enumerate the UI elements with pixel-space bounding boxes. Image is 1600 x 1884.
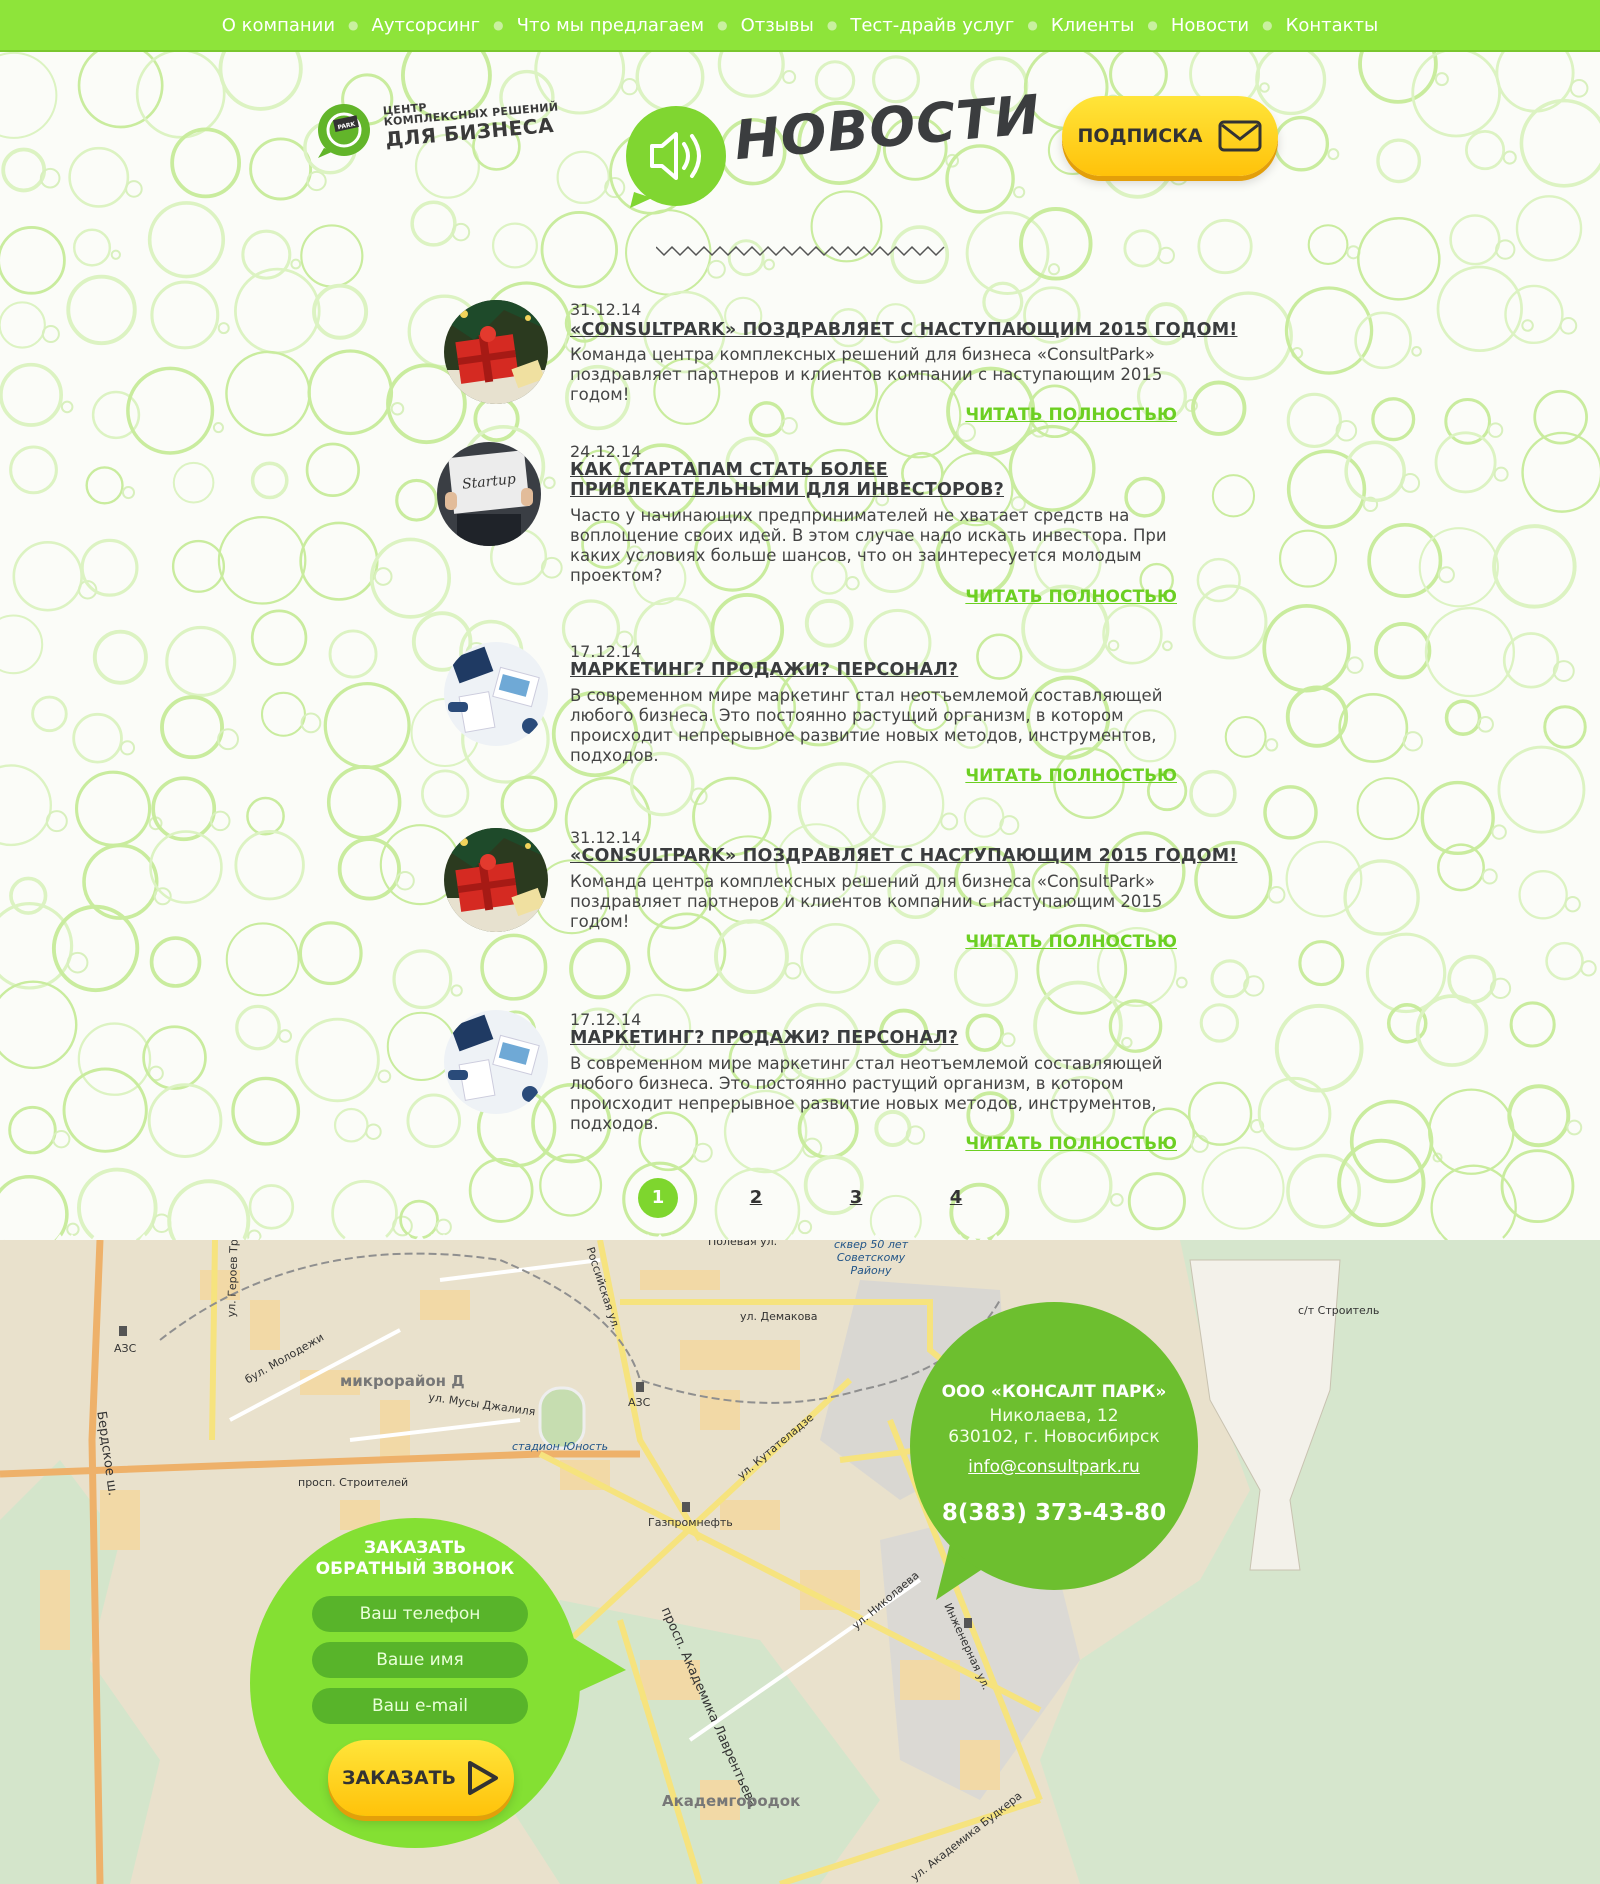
news-date: 24.12.14 — [570, 442, 642, 461]
news-text: В современном мире маркетинг стал неотъе… — [570, 1054, 1163, 1133]
nav-list: О компании ● Аутсорсинг ● Что мы предлагае… — [218, 15, 1383, 36]
gift-icon[interactable] — [444, 828, 548, 932]
nav-separator: ● — [1027, 18, 1038, 32]
address-line-2: 630102, г. Новосибирск — [948, 1427, 1160, 1447]
nav-item-contacts[interactable]: Контакты — [1282, 15, 1383, 36]
map[interactable]: Полевая ул. сквер 50 лет Советскому Райо… — [0, 1240, 1600, 1884]
news-text: Часто у начинающих предпринимателей не х… — [570, 506, 1167, 585]
phone-number: 8(383) 373-43-80 — [941, 1500, 1167, 1526]
page-link-1[interactable]: 1 — [638, 1178, 678, 1218]
contact-card: ООО «КОНСАЛТ ПАРК» Николаева, 12 630102,… — [910, 1302, 1198, 1590]
play-arrow-icon — [468, 1761, 499, 1795]
nav-separator: ● — [1262, 18, 1273, 32]
map-label-street: просп. Строителей — [298, 1476, 409, 1489]
nav-separator: ● — [493, 18, 504, 32]
read-more-link[interactable]: ЧИТАТЬ ПОЛНОСТЬЮ — [965, 587, 1177, 607]
read-more-link[interactable]: ЧИТАТЬ ПОЛНОСТЬЮ — [965, 766, 1177, 786]
subscribe-label: ПОДПИСКА — [1077, 125, 1203, 147]
news-date: 31.12.14 — [570, 300, 642, 319]
nav-separator: ● — [348, 18, 359, 32]
read-more-link[interactable]: ЧИТАТЬ ПОЛНОСТЬЮ — [965, 405, 1177, 425]
gift-icon[interactable] — [444, 300, 548, 404]
callback-form: ЗАКАЗАТЬ ОБРАТНЫЙ ЗВОНОК ЗАКАЗАТЬ — [250, 1518, 580, 1848]
startup-sign-image[interactable]: Startup — [437, 442, 541, 546]
speaker-icon — [626, 106, 726, 208]
callback-title: ЗАКАЗАТЬ ОБРАТНЫЙ ЗВОНОК — [250, 1538, 580, 1580]
page-link-2[interactable]: 2 — [736, 1178, 776, 1218]
top-navigation: О компании ● Аутсорсинг ● Что мы предлагае… — [0, 0, 1600, 52]
nav-item-outsourcing[interactable]: Аутсорсинг — [368, 15, 485, 36]
office-desk-icon[interactable] — [444, 1010, 548, 1114]
map-label-stadium: стадион Юность — [512, 1440, 609, 1453]
map-graphics — [0, 1240, 1600, 1884]
map-label-park: сквер 50 лет Советскому Району — [833, 1240, 909, 1277]
news-text: В современном мире маркетинг стал неотъе… — [570, 686, 1163, 765]
map-label-gas-station: АЗС — [628, 1396, 651, 1409]
nav-separator: ● — [717, 18, 728, 32]
nav-item-clients[interactable]: Клиенты — [1047, 15, 1139, 36]
news-title-link[interactable]: МАРКЕТИНГ? ПРОДАЖИ? ПЕРСОНАЛ? — [570, 660, 958, 680]
news-text: Команда центра комплексных решений для б… — [570, 872, 1163, 931]
page-link-4[interactable]: 4 — [936, 1178, 976, 1218]
nav-item-about[interactable]: О компании — [218, 15, 339, 36]
map-label-street: Полевая ул. — [708, 1240, 778, 1248]
envelope-icon — [1218, 120, 1262, 152]
news-date: 17.12.14 — [570, 1010, 642, 1029]
callback-title-line-1: ЗАКАЗАТЬ — [363, 1538, 467, 1558]
news-date: 17.12.14 — [570, 642, 642, 661]
phone-input[interactable] — [312, 1596, 528, 1632]
company-name: ООО «КОНСАЛТ ПАРК» — [941, 1382, 1167, 1402]
read-more-link[interactable]: ЧИТАТЬ ПОЛНОСТЬЮ — [965, 932, 1177, 952]
nav-separator: ● — [826, 18, 838, 32]
zigzag-divider — [656, 245, 945, 257]
map-label-district: с/т Строитель — [1298, 1304, 1380, 1317]
nav-item-test-drive[interactable]: Тест-драйв услуг — [846, 15, 1018, 36]
order-button[interactable]: ЗАКАЗАТЬ — [328, 1740, 514, 1816]
subscribe-button[interactable]: ПОДПИСКА — [1062, 96, 1278, 176]
pagination: 1 2 3 4 — [0, 1178, 1600, 1218]
office-desk-icon[interactable] — [444, 642, 548, 746]
nav-item-offer[interactable]: Что мы предлагаем — [513, 15, 708, 36]
news-title-link[interactable]: МАРКЕТИНГ? ПРОДАЖИ? ПЕРСОНАЛ? — [570, 1028, 958, 1048]
email-input[interactable] — [312, 1688, 528, 1724]
news-text: Команда центра комплексных решений для б… — [570, 345, 1163, 404]
nav-item-news[interactable]: Новости — [1167, 15, 1253, 36]
nav-item-reviews[interactable]: Отзывы — [737, 15, 818, 36]
callback-title-line-2: ОБРАТНЫЙ ЗВОНОК — [315, 1559, 515, 1579]
address-line-1: Николаева, 12 — [989, 1406, 1119, 1426]
nav-separator: ● — [1147, 18, 1158, 32]
news-date: 31.12.14 — [570, 828, 642, 847]
news-title-link[interactable]: «CONSULTPARK» ПОЗДРАВЛЯЕТ С НАСТУПАЮЩИМ … — [570, 320, 1237, 340]
map-label-place: Газпромнефть — [648, 1516, 733, 1529]
news-title-link[interactable]: КАК СТАРТАПАМ СТАТЬ БОЛЕЕ ПРИВЛЕКАТЕЛЬНЫ… — [570, 460, 1090, 500]
map-label-district: Академгородок — [662, 1792, 801, 1810]
map-label-gas-station: АЗС — [114, 1342, 137, 1355]
name-input[interactable] — [312, 1642, 528, 1678]
page-link-3[interactable]: 3 — [836, 1178, 876, 1218]
map-label-street: ул. Демакова — [740, 1310, 818, 1323]
order-label: ЗАКАЗАТЬ — [341, 1767, 457, 1789]
news-title-link[interactable]: «CONSULTPARK» ПОЗДРАВЛЯЕТ С НАСТУПАЮЩИМ … — [570, 846, 1237, 866]
read-more-link[interactable]: ЧИТАТЬ ПОЛНОСТЬЮ — [965, 1134, 1177, 1154]
email-link[interactable]: info@consultpark.ru — [910, 1457, 1198, 1477]
map-label-district: микрорайон Д — [340, 1372, 465, 1390]
